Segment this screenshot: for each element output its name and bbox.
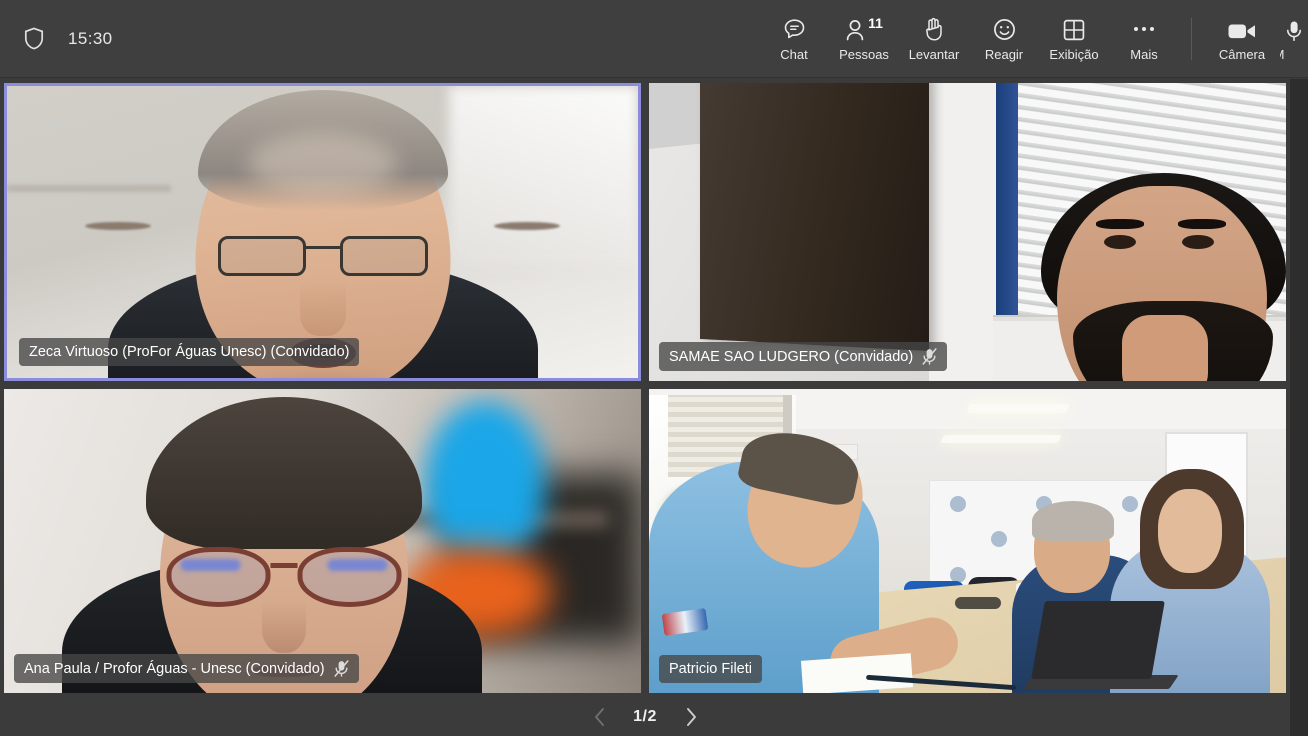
toolbar-right-group: Chat 11 Pessoas Levantar Reagir Exibição… [759,0,1308,78]
meeting-toolbar: 15:30 Chat 11 Pessoas Levantar Reagir Ex… [0,0,1308,78]
smiley-face-icon [992,16,1017,42]
react-label: Reagir [984,46,1024,62]
video-tile-ana-paula[interactable]: Ana Paula / Profor Águas - Unesc (Convid… [0,385,645,697]
video-feed-image [7,86,638,378]
participant-name-label: Ana Paula / Profor Águas - Unesc (Convid… [14,654,359,683]
view-button[interactable]: Exibição [1039,0,1109,78]
right-edge-strip [1290,79,1308,736]
microphone-label: M [1280,47,1284,62]
toolbar-divider [1191,17,1192,60]
page-indicator: 1/2 [633,707,657,725]
previous-page-button[interactable] [586,704,612,730]
shield-icon [22,26,46,52]
video-grid: Zeca Virtuoso (ProFor Águas Unesc) (Conv… [0,79,1290,697]
video-camera-icon [1227,16,1257,42]
participant-name: Patricio Fileti [669,661,752,677]
react-button[interactable]: Reagir [969,0,1039,78]
chevron-right-icon [686,707,696,726]
video-feed-image [4,389,641,693]
participant-name: SAMAE SAO LUDGERO (Convidado) [669,348,914,365]
raise-hand-label: Levantar [908,46,960,62]
video-tile-samae-sao-ludgero[interactable]: SAMAE SAO LUDGERO (Convidado) [645,79,1290,385]
video-tile-zeca-virtuoso[interactable]: Zeca Virtuoso (ProFor Águas Unesc) (Conv… [0,79,645,385]
participant-name-label: Zeca Virtuoso (ProFor Águas Unesc) (Conv… [19,338,360,366]
microphone-muted-icon [334,660,349,677]
ellipsis-icon [1134,16,1154,42]
raised-hand-icon [922,16,946,42]
participant-name: Ana Paula / Profor Águas - Unesc (Convid… [24,660,325,677]
raise-hand-button[interactable]: Levantar [899,0,969,78]
more-button[interactable]: Mais [1109,0,1179,78]
participant-name-label: Patricio Fileti [659,655,762,683]
view-label: Exibição [1049,46,1099,62]
chat-label: Chat [780,46,808,62]
participant-name: Zeca Virtuoso (ProFor Águas Unesc) (Conv… [29,344,350,360]
participant-name-label: SAMAE SAO LUDGERO (Convidado) [659,342,948,371]
video-tile-patricio-fileti[interactable]: Patricio Fileti [645,385,1290,697]
video-tile-frame: Patricio Fileti [649,389,1286,693]
microphone-muted-icon [922,348,937,365]
microphone-button[interactable]: M [1280,0,1308,78]
meeting-clock: 15:30 [68,28,113,48]
grid-layout-icon [1062,16,1086,42]
people-button[interactable]: 11 Pessoas [829,0,899,78]
chat-button[interactable]: Chat [759,0,829,78]
pagination-bar: 1/2 [0,697,1290,736]
video-tile-frame: SAMAE SAO LUDGERO (Convidado) [649,83,1286,381]
camera-button[interactable]: Câmera [1204,0,1280,78]
video-feed-image [649,83,1286,381]
people-label: Pessoas [839,46,889,62]
meeting-window: 15:30 Chat 11 Pessoas Levantar Reagir Ex… [0,0,1308,736]
video-feed-image [649,389,1286,693]
camera-label: Câmera [1218,46,1266,62]
video-tile-frame: Ana Paula / Profor Águas - Unesc (Convid… [4,389,641,693]
chevron-left-icon [594,707,604,726]
microphone-icon [1285,16,1303,42]
chat-bubble-icon [782,16,807,42]
toolbar-left-group: 15:30 [0,26,113,52]
people-icon: 11 [845,16,883,42]
more-label: Mais [1130,46,1158,62]
next-page-button[interactable] [678,704,704,730]
people-count-badge: 11 [868,14,883,31]
video-tile-frame: Zeca Virtuoso (ProFor Águas Unesc) (Conv… [4,83,641,381]
